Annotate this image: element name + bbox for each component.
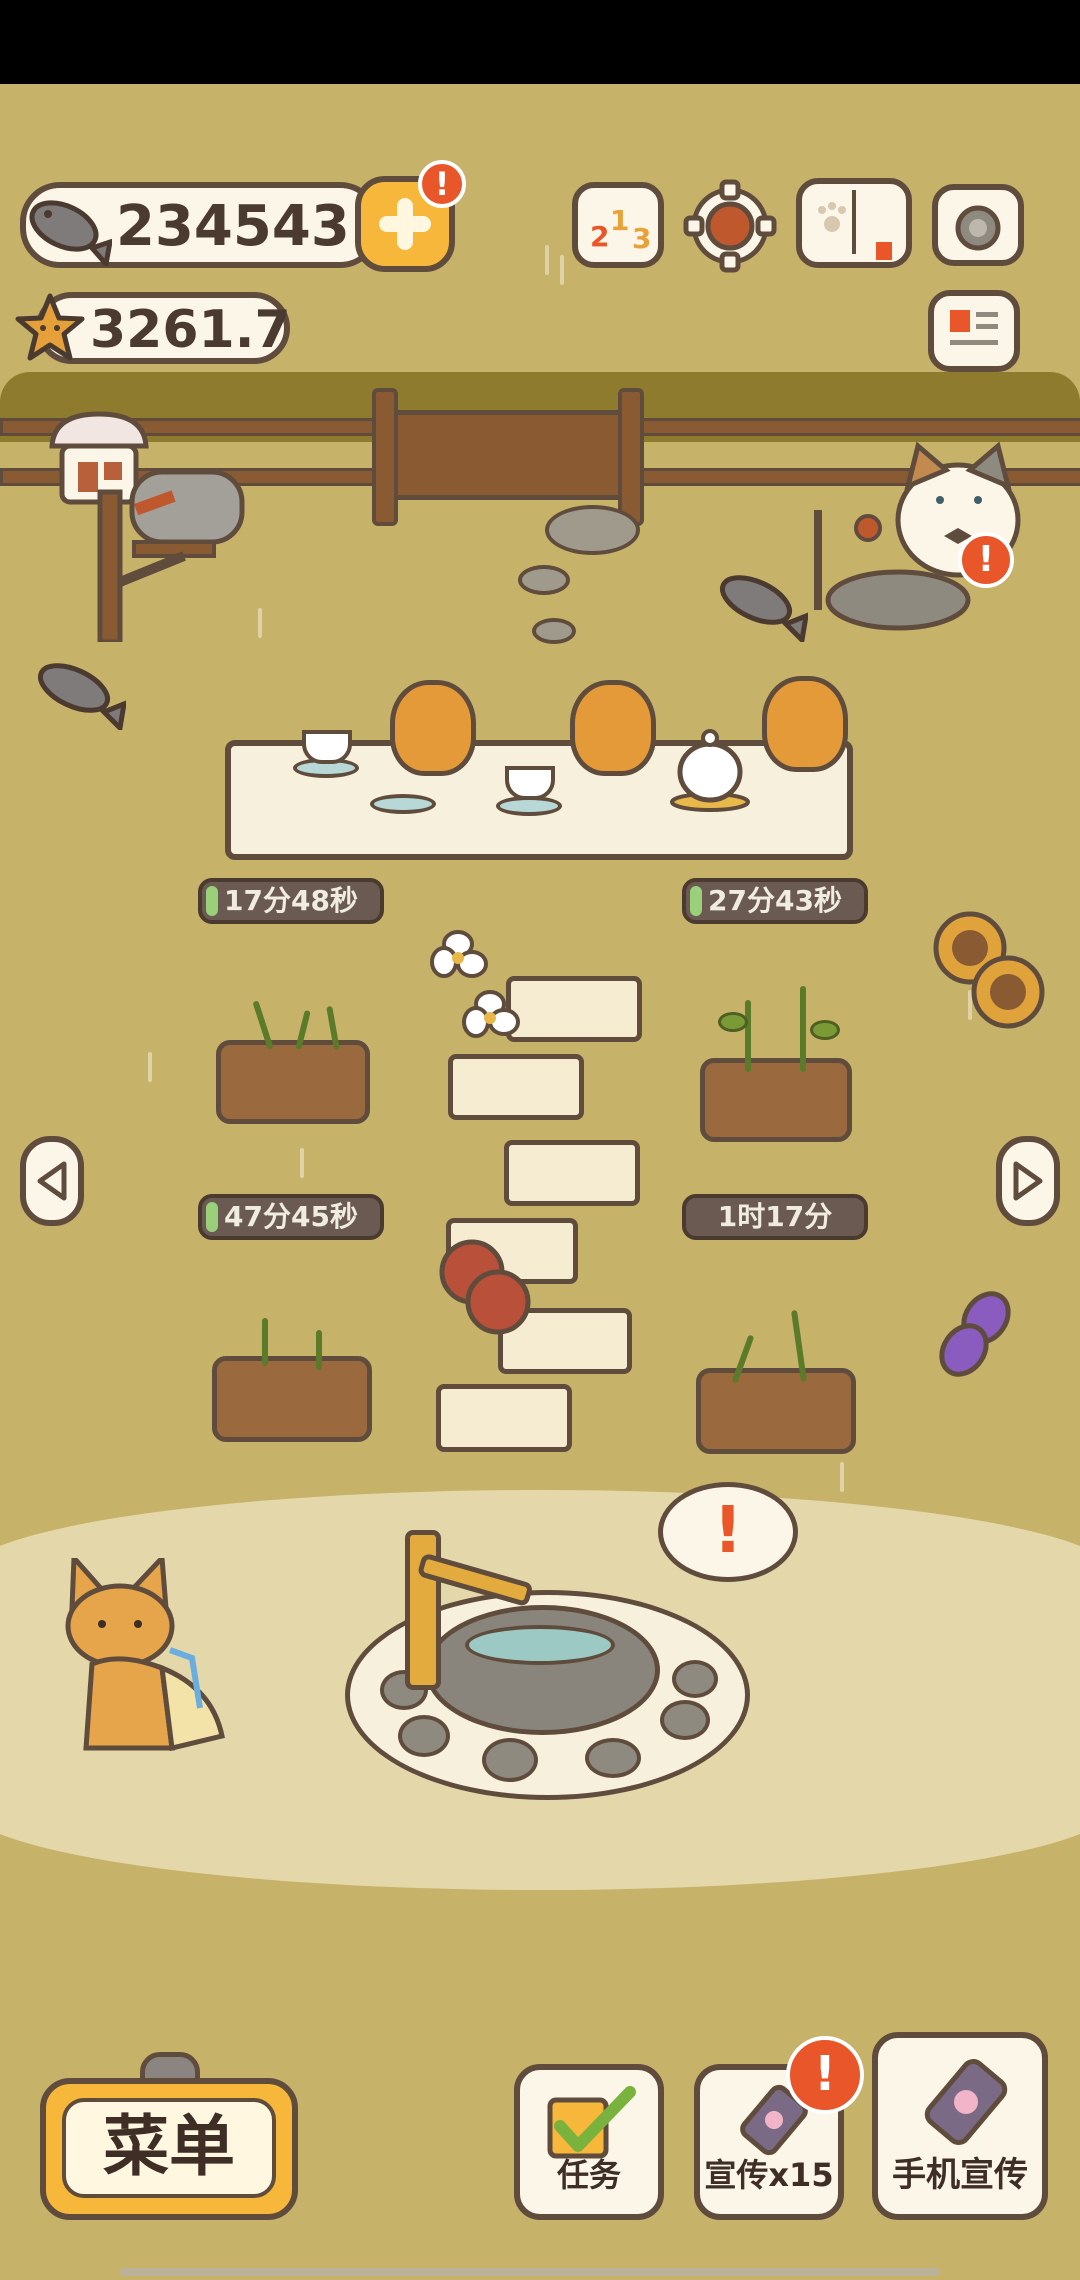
next-area-button[interactable] — [996, 1136, 1060, 1226]
path-stone — [532, 618, 576, 644]
timer-progress — [206, 1202, 218, 1232]
white-flower[interactable] — [428, 930, 528, 1040]
timer-progress — [690, 886, 702, 916]
water — [465, 1625, 615, 1665]
yarn-ball[interactable] — [436, 1236, 536, 1336]
gear-icon — [683, 179, 777, 273]
eggplant[interactable] — [934, 1286, 1014, 1386]
sprout — [316, 1330, 322, 1370]
rain-drop — [258, 608, 262, 638]
crop-plot[interactable] — [696, 1368, 856, 1454]
phone-promo-label: 手机宣传 — [892, 2155, 1028, 2195]
paw-book-button[interactable] — [796, 178, 912, 268]
rock — [660, 1700, 710, 1740]
stepping-stone — [504, 1140, 640, 1206]
rain-drop — [840, 1462, 844, 1492]
fish-icon[interactable] — [30, 650, 126, 730]
plot-timer: 47分45秒 — [198, 1194, 384, 1240]
phone-icon — [924, 2059, 1008, 2145]
paw-book-icon — [818, 190, 892, 260]
fish-icon[interactable] — [712, 562, 808, 642]
saucer — [370, 794, 436, 814]
svg-text:2: 2 — [590, 220, 609, 253]
sunflower[interactable] — [930, 906, 1050, 1036]
fish-icon — [22, 186, 114, 270]
rain-drop — [545, 245, 549, 275]
svg-text:1: 1 — [610, 204, 629, 237]
news-button[interactable] — [928, 290, 1020, 372]
camera-button[interactable] — [932, 184, 1024, 266]
clay-pot — [390, 680, 476, 776]
sprout — [800, 986, 806, 1072]
sprout — [262, 1318, 268, 1366]
rain-drop — [560, 255, 564, 285]
star-icon — [14, 292, 86, 368]
rain-drop — [300, 1148, 304, 1178]
menu-button[interactable]: 菜单 — [40, 2078, 298, 2220]
newspaper-icon — [950, 310, 998, 345]
path-stone — [545, 505, 640, 555]
settings-button[interactable] — [682, 178, 778, 278]
chevron-right-icon — [1013, 1161, 1043, 1201]
plot-timer: 27分43秒 — [682, 878, 868, 924]
promo-label: 宣传x15 — [704, 2156, 834, 2194]
leaf — [718, 1012, 748, 1032]
stepping-stone — [436, 1384, 572, 1452]
gate-post — [372, 388, 398, 526]
timer-text: 27分43秒 — [708, 884, 842, 917]
crop-plot[interactable] — [216, 1040, 370, 1124]
star-count: 3261.7 — [90, 300, 291, 360]
camera-icon — [955, 205, 1001, 251]
bubble-mark: ! — [713, 1494, 743, 1568]
menu-label: 菜单 — [62, 2098, 276, 2198]
rock — [585, 1738, 641, 1778]
svg-text:3: 3 — [632, 222, 651, 255]
leaf — [810, 1020, 840, 1040]
task-label: 任务 — [556, 2156, 621, 2194]
rock — [482, 1738, 538, 1782]
rain-drop — [148, 1052, 152, 1082]
plus-icon-vertical — [397, 198, 413, 250]
mailbox[interactable] — [94, 462, 254, 646]
alert-badge: ! — [418, 160, 466, 208]
ranking-button[interactable]: 2 1 3 — [572, 182, 664, 268]
plot-timer: 1时17分 — [682, 1194, 868, 1240]
chevron-left-icon — [37, 1161, 67, 1201]
task-button[interactable]: 任务 — [514, 2064, 664, 2220]
crop-plot[interactable] — [700, 1058, 852, 1142]
alert-speech-bubble[interactable]: ! — [658, 1482, 798, 1582]
plot-timer: 17分48秒 — [198, 878, 384, 924]
sprout — [745, 1000, 751, 1072]
fish-count: 234543 — [116, 194, 350, 259]
alert-badge: ! — [786, 2036, 864, 2114]
clay-pot — [762, 676, 848, 772]
path-stone — [518, 565, 570, 595]
serval-character[interactable] — [62, 1551, 242, 1762]
alert-badge: ! — [958, 532, 1014, 588]
status-bar — [0, 0, 1080, 84]
clay-pot — [570, 680, 656, 776]
stepping-stone — [448, 1054, 584, 1120]
gate-post — [618, 388, 644, 526]
tea-cup — [505, 766, 555, 800]
phone-promo-button[interactable]: 手机宣传 — [872, 2032, 1048, 2220]
timer-text: 17分48秒 — [224, 884, 358, 917]
tea-cup — [302, 730, 352, 764]
gate — [380, 410, 640, 500]
bamboo-post — [405, 1530, 441, 1690]
previous-area-button[interactable] — [20, 1136, 84, 1226]
bottom-divider — [120, 2268, 940, 2276]
crop-plot[interactable] — [212, 1356, 372, 1442]
timer-progress — [206, 886, 218, 916]
ranking-podium-icon: 2 1 3 — [590, 204, 651, 255]
timer-text: 1时17分 — [717, 1200, 833, 1233]
rock — [398, 1715, 450, 1757]
teapot — [665, 722, 755, 816]
rock — [672, 1660, 718, 1698]
timer-text: 47分45秒 — [224, 1200, 358, 1233]
